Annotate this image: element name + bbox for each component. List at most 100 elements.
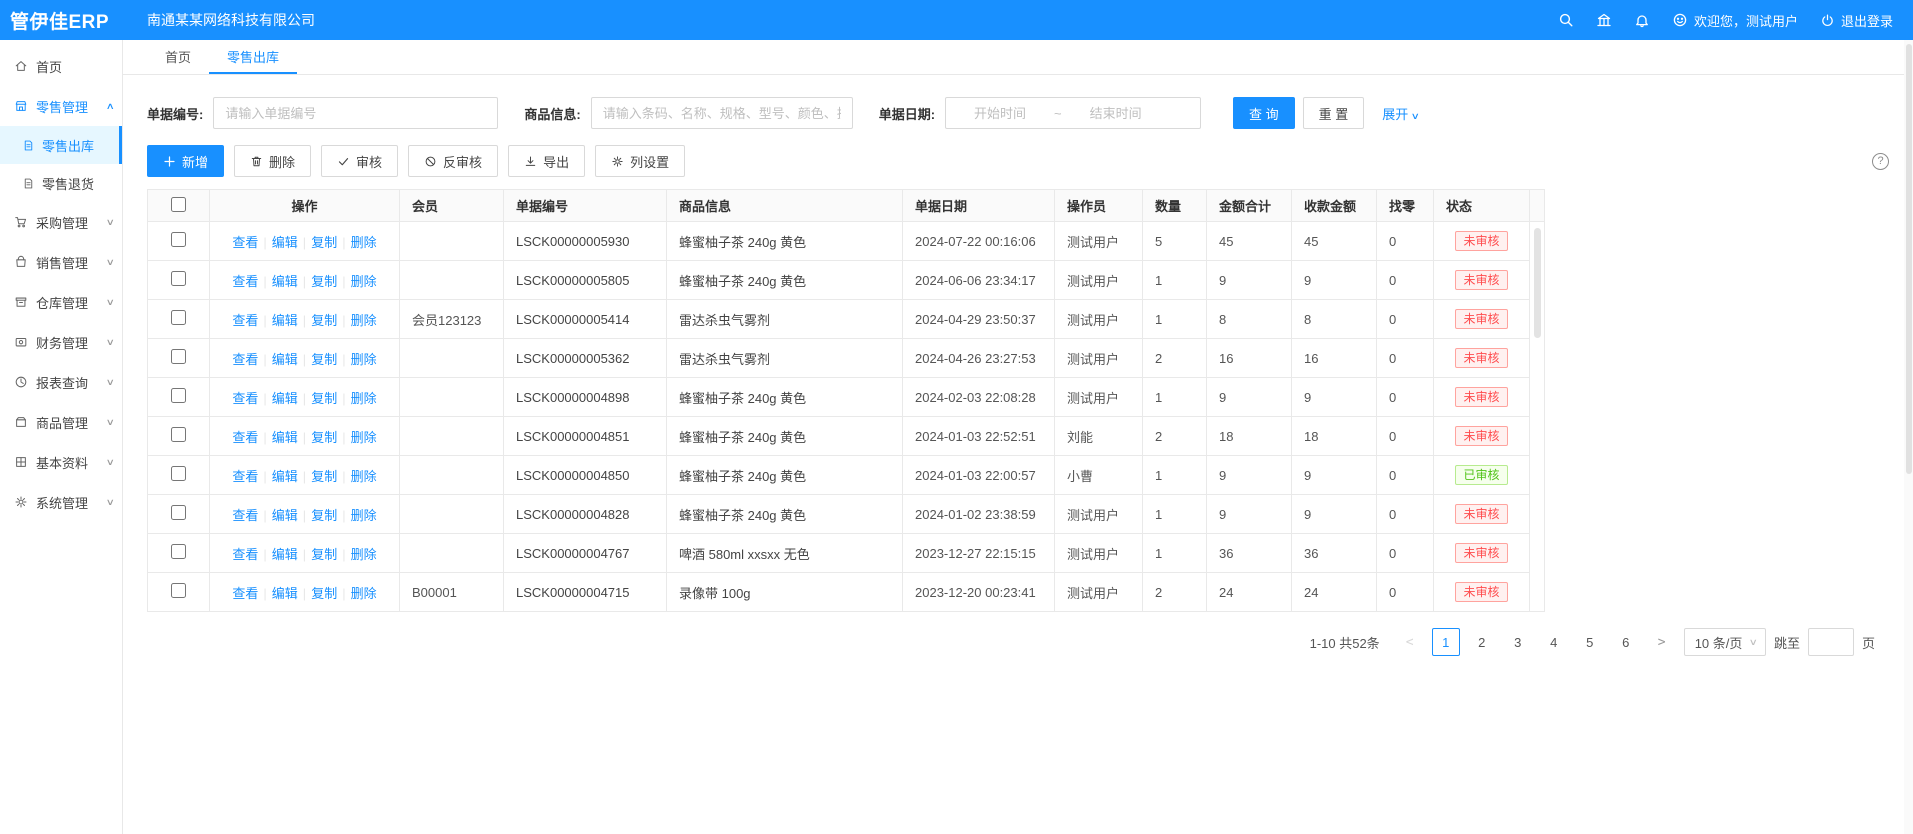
edit-link[interactable]: 编辑 <box>272 430 298 445</box>
copy-link[interactable]: 复制 <box>311 313 337 328</box>
edit-link[interactable]: 编辑 <box>272 313 298 328</box>
expand-link[interactable]: 展开 ∨ <box>1382 104 1418 123</box>
view-link[interactable]: 查看 <box>232 586 258 601</box>
row-checkbox[interactable] <box>171 388 186 403</box>
delete-link[interactable]: 删除 <box>351 586 377 601</box>
edit-link[interactable]: 编辑 <box>272 235 298 250</box>
sidebar-item-retail-return[interactable]: 零售退货 <box>0 164 122 202</box>
page-button-2[interactable]: 2 <box>1468 628 1496 656</box>
help-icon[interactable]: ? <box>1872 153 1889 170</box>
copy-link[interactable]: 复制 <box>311 547 337 562</box>
page-button-1[interactable]: 1 <box>1432 628 1460 656</box>
sidebar-item-sales[interactable]: 销售管理∨ <box>0 242 122 282</box>
row-checkbox[interactable] <box>171 310 186 325</box>
delete-link[interactable]: 删除 <box>351 508 377 523</box>
sidebar-item-retail[interactable]: 零售管理∧ <box>0 86 122 126</box>
edit-link[interactable]: 编辑 <box>272 274 298 289</box>
audit-button[interactable]: 审核 <box>321 145 398 177</box>
view-link[interactable]: 查看 <box>232 313 258 328</box>
goods-info-input[interactable] <box>591 97 853 129</box>
row-checkbox[interactable] <box>171 271 186 286</box>
column-settings-button[interactable]: 列设置 <box>595 145 685 177</box>
copy-link[interactable]: 复制 <box>311 586 337 601</box>
reset-button[interactable]: 重 置 <box>1303 97 1365 129</box>
delete-link[interactable]: 删除 <box>351 469 377 484</box>
sidebar-item-system[interactable]: 系统管理∨ <box>0 482 122 522</box>
sidebar-item-basic[interactable]: 基本资料∨ <box>0 442 122 482</box>
row-checkbox[interactable] <box>171 544 186 559</box>
select-all-checkbox[interactable] <box>171 197 186 212</box>
sidebar-item-home[interactable]: 首页 <box>0 46 122 86</box>
date-end-input[interactable] <box>1070 106 1162 121</box>
delete-link[interactable]: 删除 <box>351 274 377 289</box>
view-link[interactable]: 查看 <box>232 274 258 289</box>
edit-link[interactable]: 编辑 <box>272 469 298 484</box>
copy-link[interactable]: 复制 <box>311 391 337 406</box>
view-link[interactable]: 查看 <box>232 469 258 484</box>
view-link[interactable]: 查看 <box>232 430 258 445</box>
search-button[interactable]: 查 询 <box>1233 97 1295 129</box>
bill-no-input[interactable] <box>213 97 498 129</box>
page-button-5[interactable]: 5 <box>1576 628 1604 656</box>
row-checkbox[interactable] <box>171 349 186 364</box>
logout-button[interactable]: 退出登录 <box>1820 11 1893 30</box>
delete-button[interactable]: 删除 <box>234 145 311 177</box>
next-page-button[interactable]: > <box>1648 628 1676 656</box>
search-icon[interactable] <box>1558 12 1574 28</box>
tab-home[interactable]: 首页 <box>147 40 209 74</box>
row-checkbox[interactable] <box>171 505 186 520</box>
prev-page-button[interactable]: < <box>1396 628 1424 656</box>
copy-link[interactable]: 复制 <box>311 508 337 523</box>
page-button-3[interactable]: 3 <box>1504 628 1532 656</box>
add-button[interactable]: 新增 <box>147 145 224 177</box>
edit-link[interactable]: 编辑 <box>272 547 298 562</box>
sidebar-item-report[interactable]: 报表查询∨ <box>0 362 122 402</box>
tab-retail-outbound[interactable]: 零售出库 <box>209 40 297 74</box>
edit-link[interactable]: 编辑 <box>272 352 298 367</box>
view-link[interactable]: 查看 <box>232 547 258 562</box>
edit-link[interactable]: 编辑 <box>272 586 298 601</box>
sidebar-item-purchase[interactable]: 采购管理∨ <box>0 202 122 242</box>
view-link[interactable]: 查看 <box>232 391 258 406</box>
bell-icon[interactable] <box>1634 12 1650 28</box>
edit-link[interactable]: 编辑 <box>272 508 298 523</box>
page-scrollbar[interactable] <box>1904 40 1913 834</box>
row-checkbox[interactable] <box>171 466 186 481</box>
status-badge: 已审核 <box>1455 465 1507 485</box>
view-link[interactable]: 查看 <box>232 235 258 250</box>
user-welcome[interactable]: 欢迎您，测试用户 <box>1672 11 1798 30</box>
page-button-6[interactable]: 6 <box>1612 628 1640 656</box>
copy-link[interactable]: 复制 <box>311 274 337 289</box>
edit-link[interactable]: 编辑 <box>272 391 298 406</box>
sidebar-item-goods[interactable]: 商品管理∨ <box>0 402 122 442</box>
delete-link[interactable]: 删除 <box>351 352 377 367</box>
page-scrollbar-thumb[interactable] <box>1906 44 1912 474</box>
table-scrollbar[interactable] <box>1530 189 1545 612</box>
delete-link[interactable]: 删除 <box>351 391 377 406</box>
sidebar-item-finance[interactable]: 财务管理∨ <box>0 322 122 362</box>
scrollbar-thumb[interactable] <box>1534 228 1541 338</box>
view-link[interactable]: 查看 <box>232 508 258 523</box>
export-button[interactable]: 导出 <box>508 145 585 177</box>
org-icon[interactable] <box>1596 12 1612 28</box>
view-link[interactable]: 查看 <box>232 352 258 367</box>
delete-link[interactable]: 删除 <box>351 313 377 328</box>
copy-link[interactable]: 复制 <box>311 469 337 484</box>
copy-link[interactable]: 复制 <box>311 235 337 250</box>
page-button-4[interactable]: 4 <box>1540 628 1568 656</box>
page-size-select[interactable]: 10 条/页 ∨ <box>1684 628 1766 656</box>
copy-link[interactable]: 复制 <box>311 352 337 367</box>
sidebar-item-warehouse[interactable]: 仓库管理∨ <box>0 282 122 322</box>
copy-link[interactable]: 复制 <box>311 430 337 445</box>
date-range-picker[interactable]: ~ <box>945 97 1201 129</box>
delete-link[interactable]: 删除 <box>351 547 377 562</box>
unaudit-button[interactable]: 反审核 <box>408 145 498 177</box>
sidebar-item-retail-outbound[interactable]: 零售出库 <box>0 126 122 164</box>
row-checkbox[interactable] <box>171 427 186 442</box>
jump-page-input[interactable] <box>1808 628 1854 656</box>
date-start-input[interactable] <box>954 106 1046 121</box>
delete-link[interactable]: 删除 <box>351 430 377 445</box>
row-checkbox[interactable] <box>171 232 186 247</box>
row-checkbox[interactable] <box>171 583 186 598</box>
delete-link[interactable]: 删除 <box>351 235 377 250</box>
